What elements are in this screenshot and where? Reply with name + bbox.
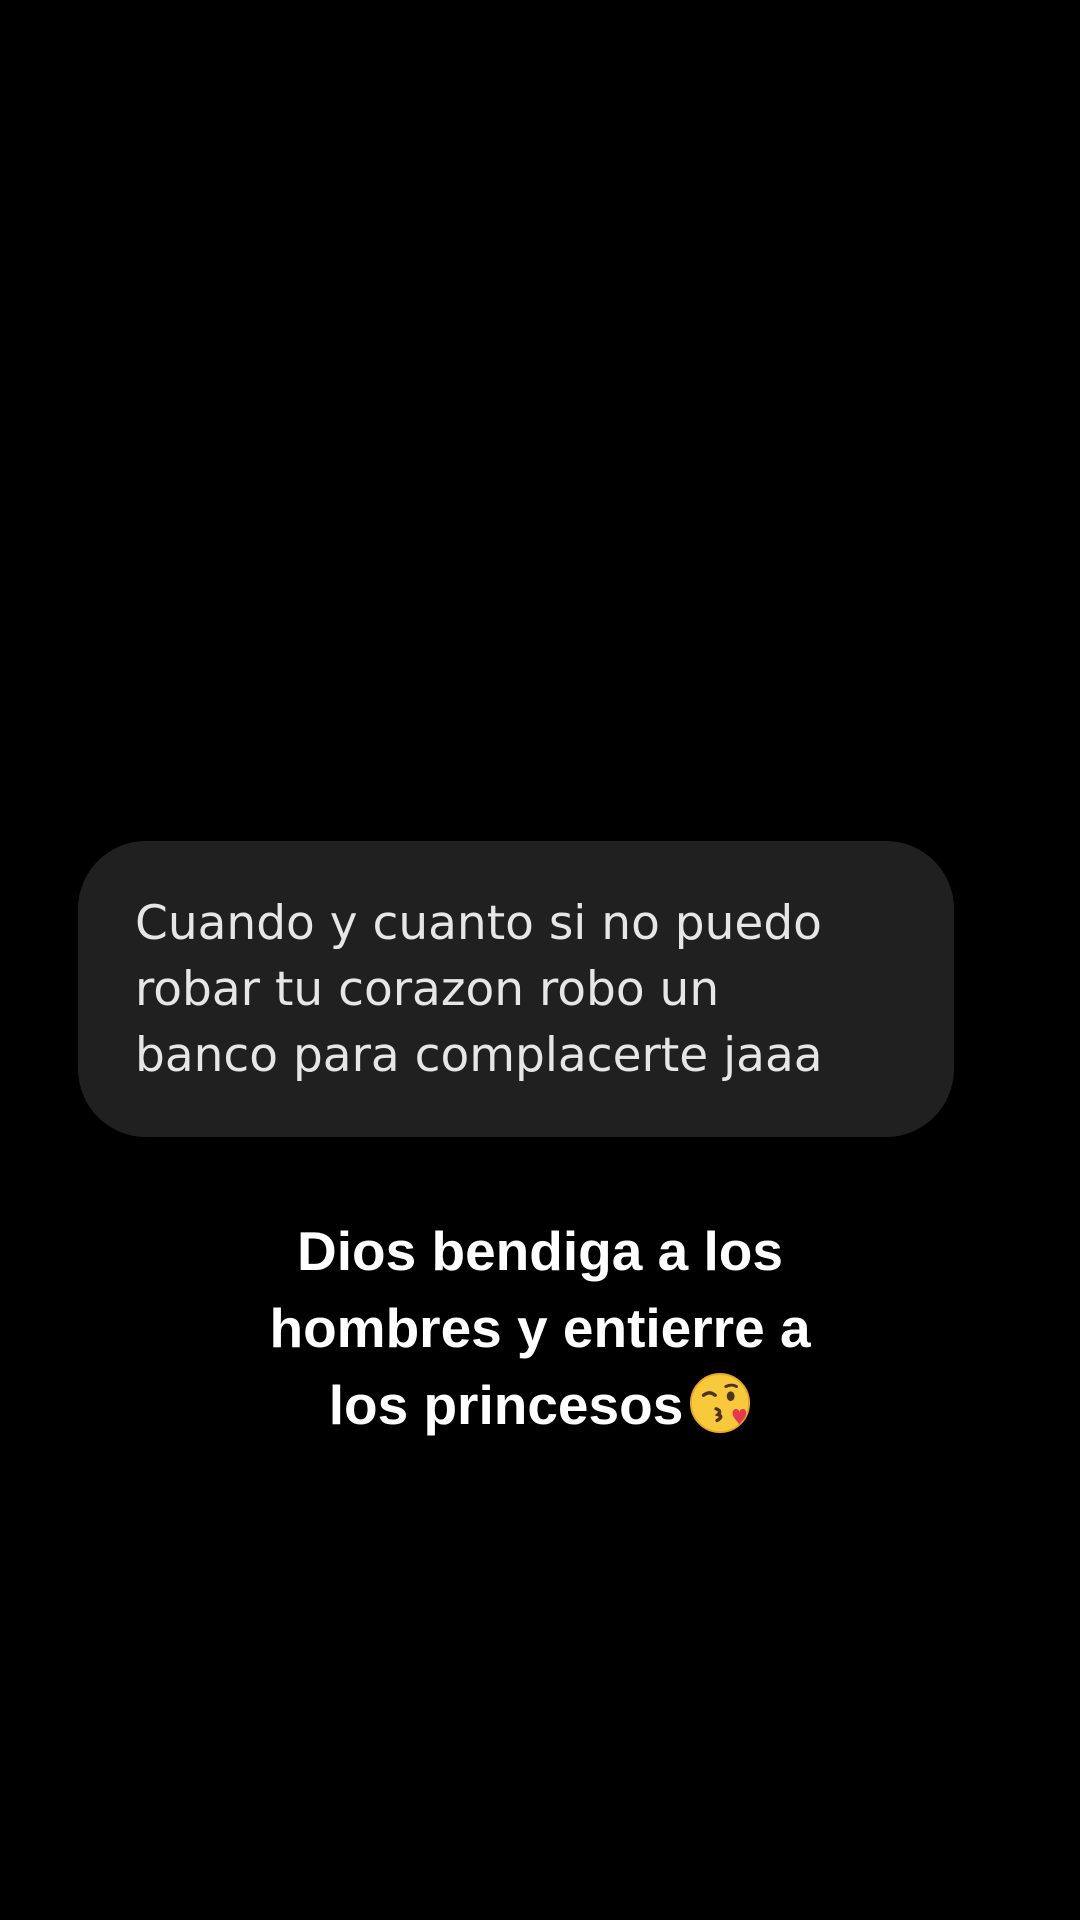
caption: Dios bendiga a los hombres y entierre a … [0,1213,1080,1444]
kissing-face-with-heart-icon [689,1372,751,1434]
message-bubble: Cuando y cuanto si no puedo robar tu cor… [78,841,954,1137]
message-text: Cuando y cuanto si no puedo robar tu cor… [135,896,823,1083]
